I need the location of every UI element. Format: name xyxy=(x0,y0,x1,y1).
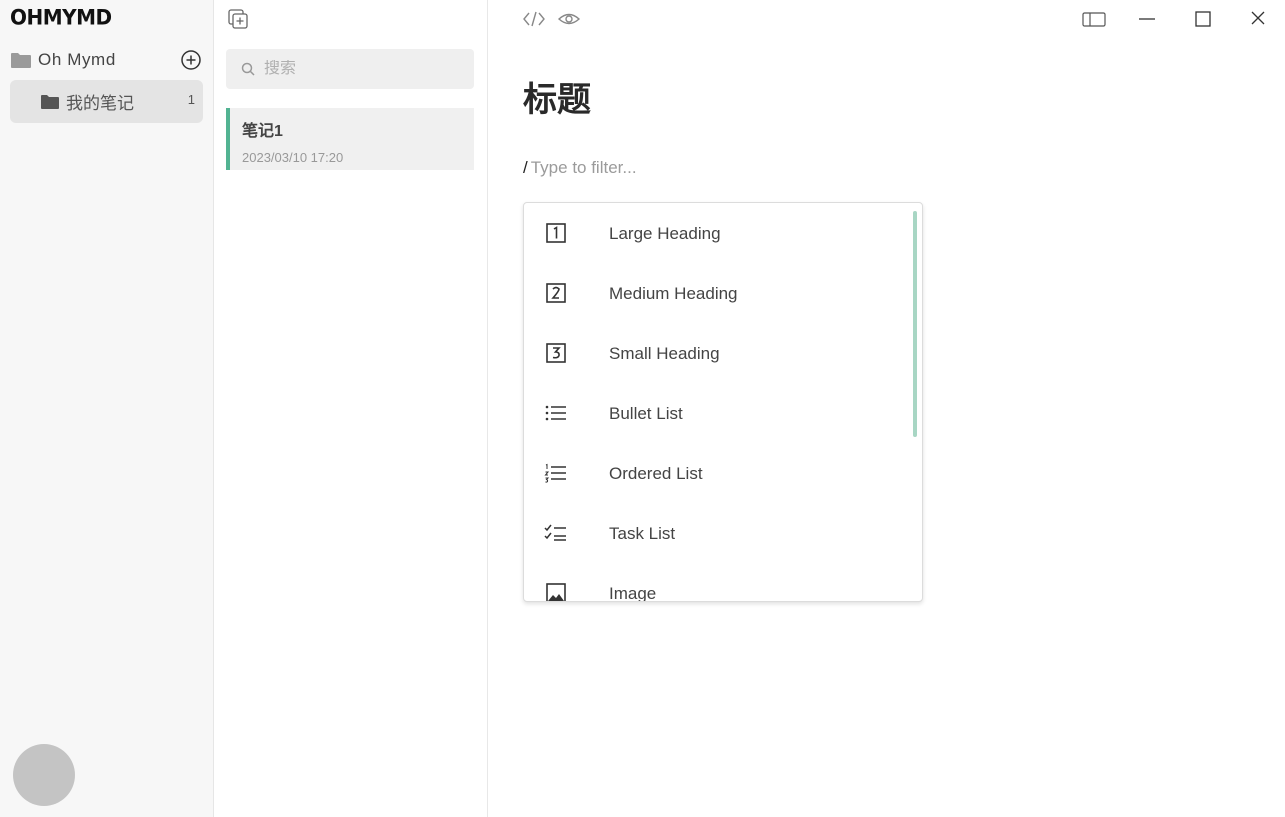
menu-item-label: Image xyxy=(609,584,657,602)
menu-item-bullet-list[interactable]: Bullet List xyxy=(524,383,912,443)
app-logo: OHMYMD xyxy=(10,4,112,30)
search-input[interactable] xyxy=(264,60,464,78)
ordered-list-icon xyxy=(544,462,568,484)
note-list-panel: 笔记1 2023/03/10 17:20 xyxy=(214,0,488,817)
note-list-item[interactable]: 笔记1 2023/03/10 17:20 xyxy=(226,108,474,170)
menu-item-large-heading[interactable]: Large Heading xyxy=(524,203,912,263)
menu-item-task-list[interactable]: Task List xyxy=(524,503,912,563)
workspace-name: Oh Mymd xyxy=(38,50,116,69)
toggle-sidebar-icon[interactable] xyxy=(1082,8,1106,30)
add-folder-icon[interactable] xyxy=(180,49,202,71)
search-icon xyxy=(240,61,256,77)
heading-1-icon xyxy=(544,222,568,244)
menu-item-label: Task List xyxy=(609,524,676,543)
filter-placeholder: Type to filter... xyxy=(530,158,637,177)
slash-command-menu: Large Heading Medium Heading Small Headi… xyxy=(523,202,923,602)
new-note-icon[interactable] xyxy=(227,8,249,30)
task-list-icon xyxy=(544,522,568,544)
code-view-icon[interactable] xyxy=(522,9,546,29)
workspace-row[interactable]: Oh Mymd xyxy=(10,47,204,73)
note-count-badge: 1 xyxy=(187,92,195,107)
menu-item-image[interactable]: Image xyxy=(524,563,912,602)
menu-scrollbar[interactable] xyxy=(913,211,917,437)
menu-item-ordered-list[interactable]: Ordered List xyxy=(524,443,912,503)
menu-item-label: Small Heading xyxy=(609,344,720,363)
menu-item-small-heading[interactable]: Small Heading xyxy=(524,323,912,383)
heading-3-icon xyxy=(544,342,568,364)
menu-item-label: Medium Heading xyxy=(609,284,738,303)
image-icon xyxy=(544,582,568,601)
menu-item-label: Bullet List xyxy=(609,404,683,423)
slash-char: / xyxy=(523,158,528,177)
close-icon[interactable] xyxy=(1246,8,1270,30)
minimize-icon[interactable] xyxy=(1135,8,1159,30)
note-date: 2023/03/10 17:20 xyxy=(242,150,344,165)
menu-item-label: Ordered List xyxy=(609,464,703,483)
menu-item-label: Large Heading xyxy=(609,224,721,243)
menu-item-medium-heading[interactable]: Medium Heading xyxy=(524,263,912,323)
avatar[interactable] xyxy=(13,744,75,806)
slash-command-input[interactable]: / Type to filter... xyxy=(523,158,637,178)
bullet-list-icon xyxy=(544,402,568,424)
heading-2-icon xyxy=(544,282,568,304)
folder-icon xyxy=(10,51,32,69)
folder-icon xyxy=(40,94,60,110)
preview-eye-icon[interactable] xyxy=(557,9,581,29)
note-title: 笔记1 xyxy=(242,123,283,140)
editor-panel: 标题 / Type to filter... Large Heading Medi… xyxy=(489,0,1285,817)
sidebar-item-label: 我的笔记 xyxy=(66,94,134,113)
document-title[interactable]: 标题 xyxy=(523,72,591,121)
sidebar-item-my-notes[interactable]: 我的笔记 1 xyxy=(10,80,203,123)
sidebar: OHMYMD Oh Mymd 我的笔记 1 xyxy=(0,0,214,817)
search-box[interactable] xyxy=(226,49,474,89)
maximize-icon[interactable] xyxy=(1191,8,1215,30)
